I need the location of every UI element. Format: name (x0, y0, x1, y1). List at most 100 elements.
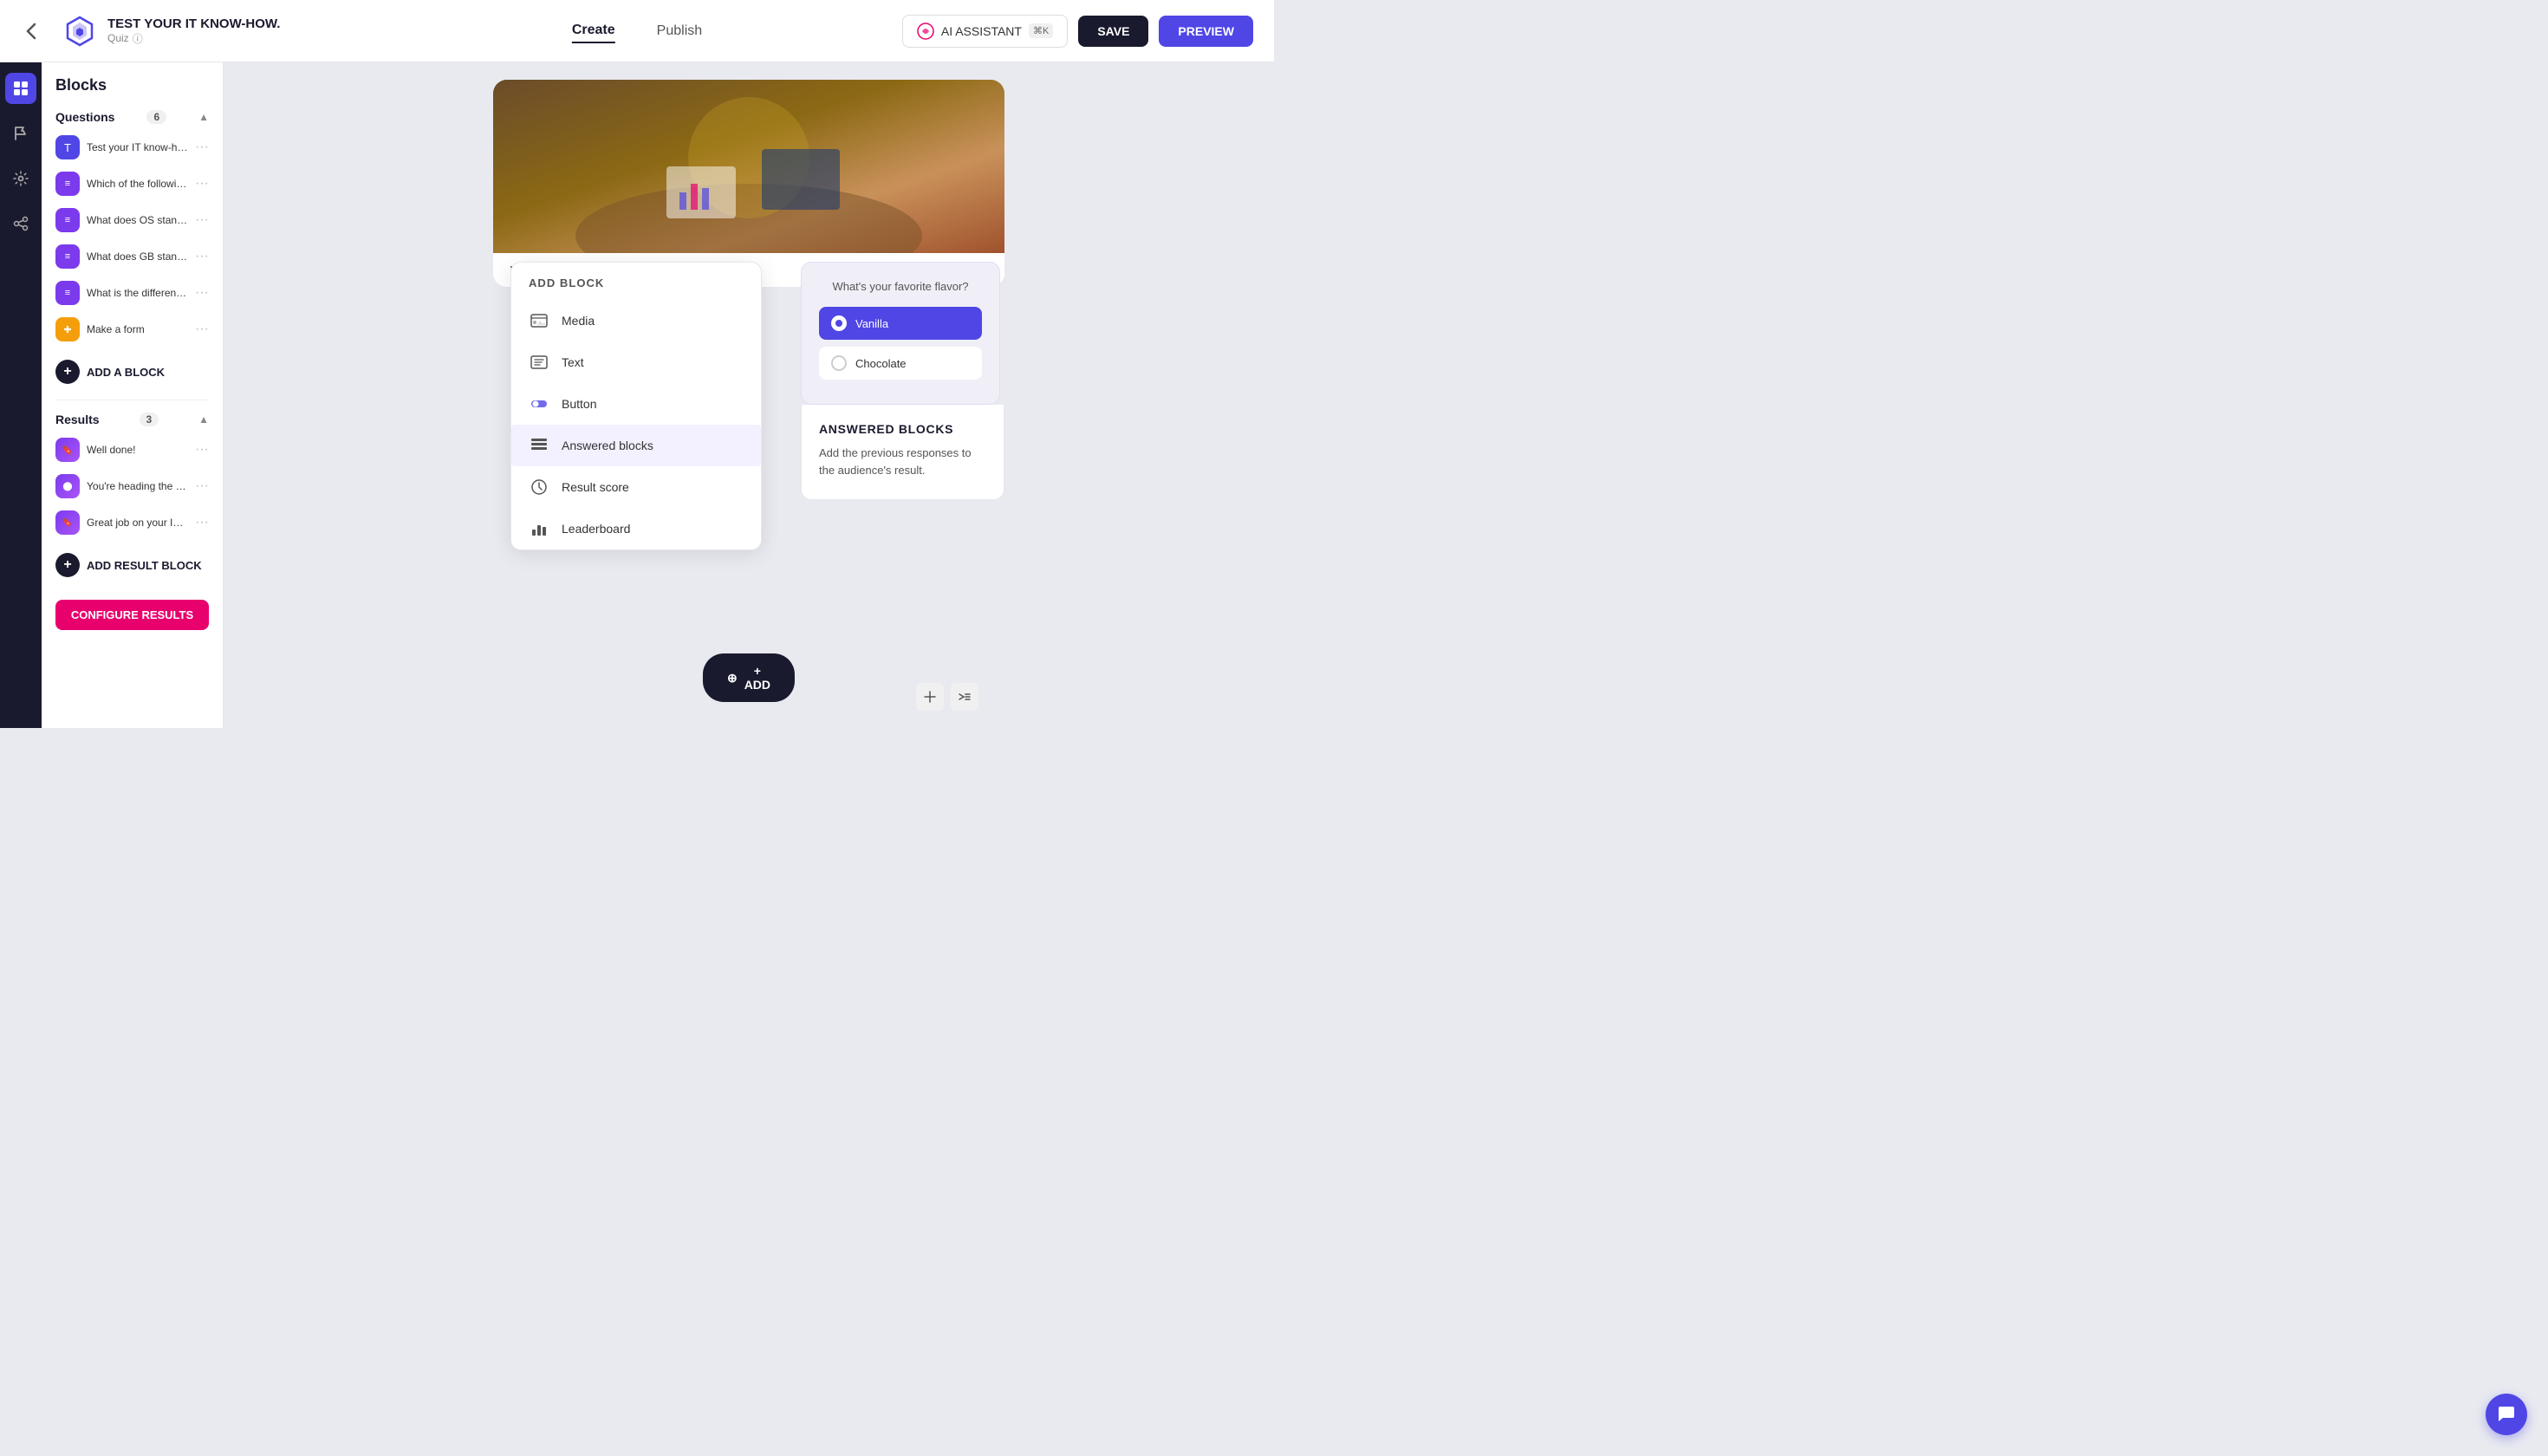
add-block-media-label: Media (562, 314, 595, 328)
list-item[interactable]: ≡ Which of the following is not ... ··· (42, 166, 223, 202)
add-block-result-score-label: Result score (562, 480, 629, 494)
list-item[interactable]: ✚ Make a form ··· (42, 311, 223, 348)
answered-blocks-description: ANSWERED BLOCKS Add the previous respons… (801, 405, 1004, 500)
block-menu-dots[interactable]: ··· (195, 322, 209, 337)
leaderboard-icon (529, 518, 549, 539)
block-label: Test your IT know-how (87, 141, 188, 153)
radio-option-vanilla[interactable]: Vanilla (819, 307, 982, 340)
back-button[interactable] (21, 14, 97, 49)
block-type-icon: ✚ (55, 317, 80, 341)
preview-panel-wrapper: What's your favorite flavor? Vanilla Cho… (801, 262, 1004, 500)
info-icon[interactable]: ⓘ (133, 31, 143, 46)
ai-shortcut-badge: ⌘K (1029, 23, 1053, 38)
add-circle-icon: + (55, 360, 80, 384)
media-icon (529, 310, 549, 331)
block-menu-dots[interactable]: ··· (195, 442, 209, 458)
result-type-icon: 🔖 (55, 510, 80, 535)
quiz-info: TEST YOUR IT KNOW-HOW. Quiz ⓘ (107, 16, 280, 46)
add-icon: ⊕ (727, 671, 738, 686)
questions-chevron: ▲ (198, 111, 209, 123)
list-item[interactable]: 🔖 Well done! ··· (42, 432, 223, 468)
block-label: Great job on your IT knowled... (87, 517, 188, 529)
block-type-icon: ≡ (55, 244, 80, 269)
add-block-text-label: Text (562, 355, 584, 369)
block-label: Make a form (87, 323, 188, 335)
radio-option-chocolate[interactable]: Chocolate (819, 347, 982, 380)
add-block-item-result-score[interactable]: Result score (511, 466, 761, 508)
results-chevron: ▲ (198, 413, 209, 426)
list-item[interactable]: ≡ What does GB stand for? ··· (42, 238, 223, 275)
block-type-icon: ≡ (55, 172, 80, 196)
preview-question: What's your favorite flavor? (819, 280, 982, 293)
add-block-item-button[interactable]: Button (511, 383, 761, 425)
add-block-item-text[interactable]: Text (511, 341, 761, 383)
add-block-panel: ADD BLOCK Media Text (510, 262, 762, 550)
add-block-button[interactable]: + ADD A BLOCK (42, 351, 223, 393)
block-label: Which of the following is not ... (87, 178, 188, 190)
list-item[interactable]: ⬤ You're heading the right way. ··· (42, 468, 223, 504)
canvas-area: Which of the following is not ADD BLOCK … (224, 62, 1274, 728)
block-menu-dots[interactable]: ··· (195, 176, 209, 192)
save-button[interactable]: SAVE (1078, 16, 1148, 47)
list-item[interactable]: 🔖 Great job on your IT knowled... ··· (42, 504, 223, 541)
sidebar-item-settings[interactable] (5, 163, 36, 194)
grid-adjust-icon[interactable] (916, 683, 944, 711)
block-label: What does GB stand for? (87, 250, 188, 263)
add-block-item-answered[interactable]: Answered blocks (511, 425, 761, 466)
radio-circle-vanilla (831, 315, 847, 331)
sidebar-item-blocks[interactable] (5, 73, 36, 104)
add-block-panel-title: ADD BLOCK (511, 263, 761, 300)
list-item[interactable]: ≡ What does OS stand for? ··· (42, 202, 223, 238)
icon-bar (0, 62, 42, 728)
block-menu-dots[interactable]: ··· (195, 140, 209, 155)
block-label: Well done! (87, 444, 188, 456)
layout-adjust-icon[interactable] (951, 683, 978, 711)
add-block-item-media[interactable]: Media (511, 300, 761, 341)
add-block-item-leaderboard[interactable]: Leaderboard (511, 508, 761, 549)
main-layout: Blocks Questions 6 ▲ T Test your IT know… (0, 62, 1274, 728)
answered-blocks-title: ANSWERED BLOCKS (819, 422, 986, 436)
tab-publish[interactable]: Publish (657, 20, 702, 42)
list-item[interactable]: T Test your IT know-how ··· (42, 129, 223, 166)
add-result-label: ADD RESULT BLOCK (87, 559, 202, 572)
configure-results-button[interactable]: CONFIGURE RESULTS (55, 600, 209, 630)
block-menu-dots[interactable]: ··· (195, 515, 209, 530)
preview-button[interactable]: PREVIEW (1159, 16, 1253, 47)
tab-create[interactable]: Create (572, 19, 615, 43)
add-block-label: ADD A BLOCK (87, 366, 165, 379)
block-menu-dots[interactable]: ··· (195, 285, 209, 301)
block-menu-dots[interactable]: ··· (195, 478, 209, 494)
add-result-circle-icon: + (55, 553, 80, 577)
list-item[interactable]: ≡ What is the difference betwe... ··· (42, 275, 223, 311)
result-type-icon: 🔖 (55, 438, 80, 462)
text-icon (529, 352, 549, 373)
topnav-center: Create Publish (572, 19, 702, 43)
add-button[interactable]: ⊕ + ADD (703, 653, 795, 702)
answered-blocks-icon (529, 435, 549, 456)
add-block-leaderboard-label: Leaderboard (562, 522, 630, 536)
blocks-panel-title: Blocks (42, 76, 223, 105)
block-label: What is the difference betwe... (87, 287, 188, 299)
canvas-card: Which of the following is not (493, 80, 1004, 287)
button-icon (529, 393, 549, 414)
sidebar-item-flag[interactable] (5, 118, 36, 149)
result-type-icon: ⬤ (55, 474, 80, 498)
block-label: You're heading the right way. (87, 480, 188, 492)
questions-section-header[interactable]: Questions 6 ▲ (42, 105, 223, 129)
block-type-icon: T (55, 135, 80, 159)
canvas-wrapper: Which of the following is not ADD BLOCK … (493, 62, 1004, 728)
block-menu-dots[interactable]: ··· (195, 212, 209, 228)
add-block-answered-label: Answered blocks (562, 439, 653, 452)
questions-label: Questions (55, 110, 114, 124)
block-type-icon: ≡ (55, 208, 80, 232)
block-type-icon: ≡ (55, 281, 80, 305)
add-result-block-button[interactable]: + ADD RESULT BLOCK (42, 544, 223, 586)
block-menu-dots[interactable]: ··· (195, 249, 209, 264)
ai-assistant-button[interactable]: AI ASSISTANT ⌘K (902, 15, 1068, 48)
quiz-title: TEST YOUR IT KNOW-HOW. (107, 16, 280, 31)
chat-bubble-button[interactable] (2486, 1394, 2527, 1435)
sidebar-item-share[interactable] (5, 208, 36, 239)
radio-circle-chocolate (831, 355, 847, 371)
results-section-header[interactable]: Results 3 ▲ (42, 407, 223, 432)
answered-blocks-text: Add the previous responses to the audien… (819, 445, 986, 478)
